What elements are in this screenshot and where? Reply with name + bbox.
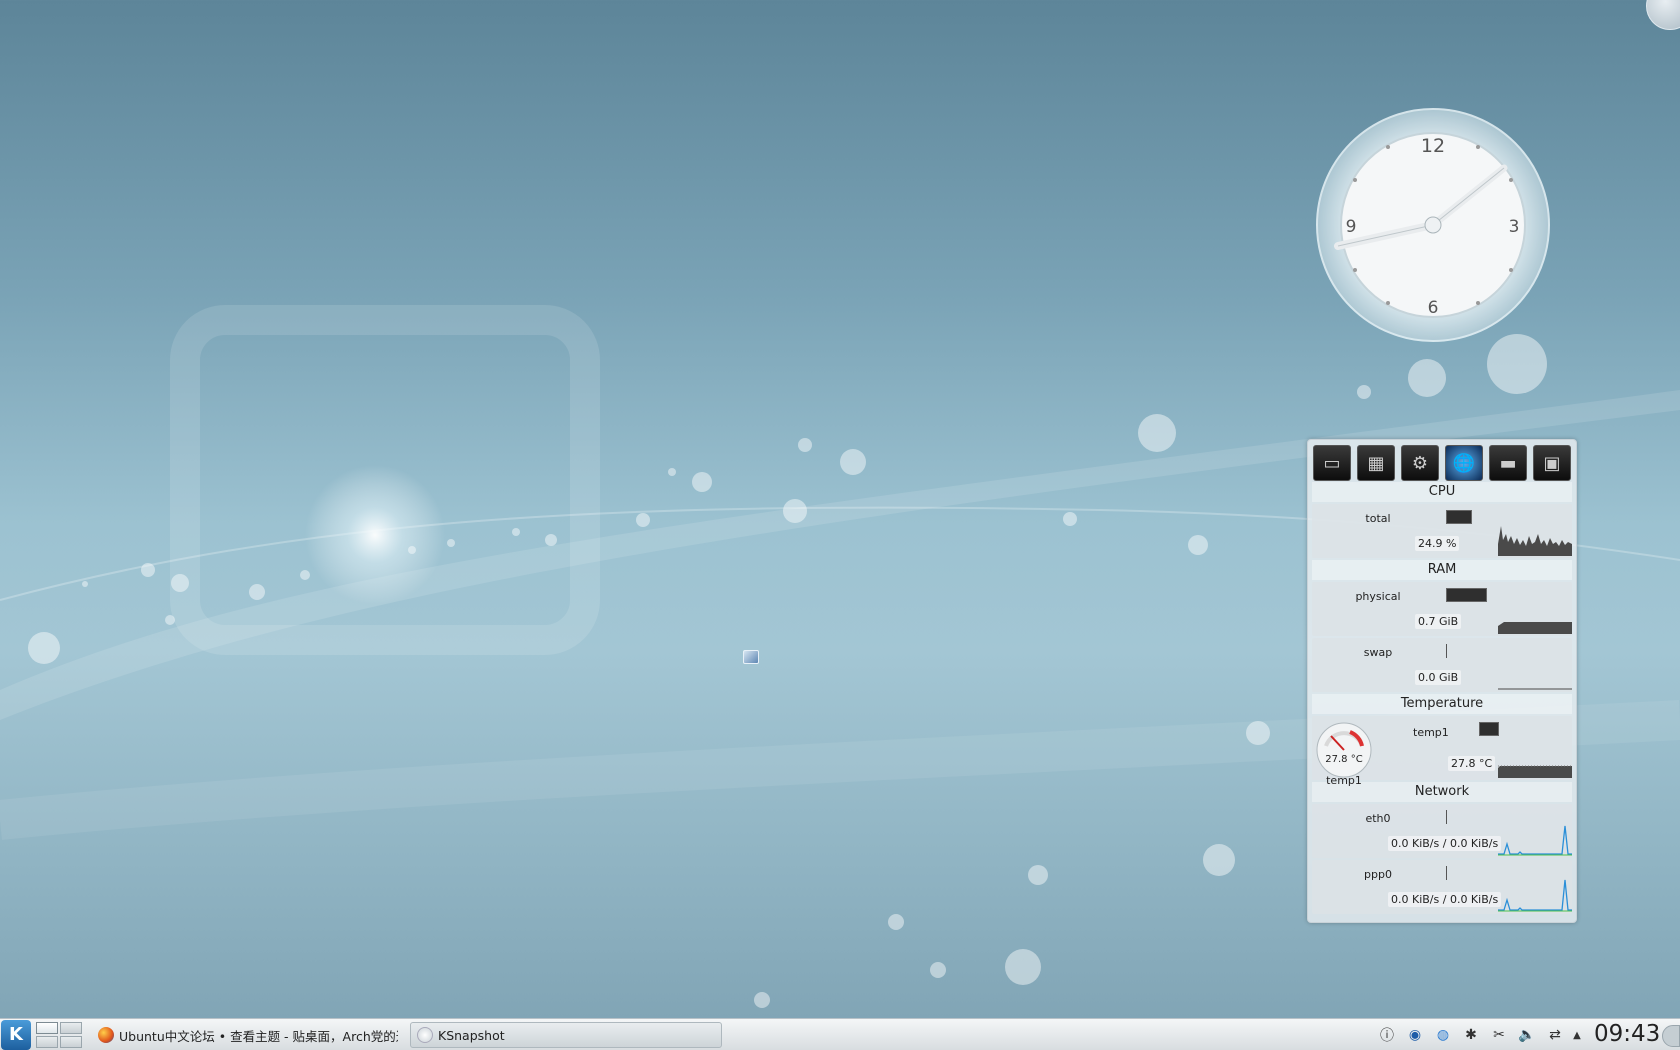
desktop-file-icon[interactable] [743,650,759,664]
pager-desktop-1[interactable] [36,1022,58,1034]
temperature-bar [1479,722,1499,736]
network-icon[interactable]: ⇄ [1544,1024,1566,1046]
temperature-section-title: Temperature [1312,694,1572,714]
cpu-section-title: CPU [1312,482,1572,502]
taskbar-clock[interactable]: 09:43 [1594,1021,1660,1047]
desktop-pager [36,1022,82,1048]
pager-desktop-2[interactable] [60,1022,82,1034]
system-monitor-widget[interactable]: ▭ ▦ ⚙ 🌐 ▬ ▣ CPU total 24.9 % RAM physica… [1307,439,1577,923]
task-firefox[interactable]: Ubuntu中文论坛 • 查看主题 - 贴桌面，Arch党的进步 [92,1022,404,1048]
cpu-chip-icon[interactable]: ▣ [1533,445,1571,481]
clock-number-3: 3 [1509,217,1520,237]
info-icon[interactable]: ⓘ [1376,1024,1398,1046]
pager-desktop-4[interactable] [60,1036,82,1048]
graphics-card-icon[interactable]: ▬ [1489,445,1527,481]
cpu-history-graph [1498,526,1572,556]
ram-physical-row: physical 0.7 GiB [1312,582,1572,636]
expand-arrow-icon[interactable]: ▲ [1572,1024,1582,1046]
ram-physical-label: physical [1355,590,1401,603]
network-ppp0-bar [1446,866,1447,880]
network-eth0-value: 0.0 KiB/s / 0.0 KiB/s [1388,836,1502,851]
task-firefox-label: Ubuntu中文论坛 • 查看主题 - 贴桌面，Arch党的进步 [119,1028,398,1044]
temperature-gauge: 27.8 °C temp1 [1316,722,1372,787]
temperature-gauge-value: 27.8 °C [1325,754,1363,765]
device-icon-row: ▭ ▦ ⚙ 🌐 ▬ ▣ [1308,440,1576,482]
task-ksnapshot[interactable]: KSnapshot [410,1022,722,1048]
kde-menu-button[interactable]: K [1,1020,31,1050]
desktop-toolbox-button[interactable] [1646,0,1680,30]
temperature-gauge-label: temp1 [1326,774,1362,787]
volume-icon[interactable]: 🔈 [1516,1024,1538,1046]
hard-disk-icon[interactable]: ▭ [1313,445,1351,481]
network-globe-icon[interactable]: 🌐 [1445,445,1483,481]
ram-swap-row: swap 0.0 GiB [1312,638,1572,692]
ram-physical-bar [1446,588,1487,602]
network-ppp0-value: 0.0 KiB/s / 0.0 KiB/s [1388,892,1502,907]
network-eth0-bar [1446,810,1447,824]
network-eth0-row: eth0 0.0 KiB/s / 0.0 KiB/s [1312,804,1572,858]
clock-number-6: 6 [1428,298,1439,318]
ram-swap-history-graph [1498,688,1572,690]
network-eth0-label: eth0 [1365,812,1391,825]
cpu-total-label: total [1365,512,1391,525]
cpu-usage-bar [1446,510,1472,524]
bluetooth-icon[interactable]: ✱ [1460,1024,1482,1046]
ram-physical-history-graph [1498,622,1572,634]
panel-toolbox-button[interactable] [1662,1025,1680,1047]
temperature-label: temp1 [1413,726,1449,739]
pager-desktop-3[interactable] [36,1036,58,1048]
task-ksnapshot-label: KSnapshot [438,1027,505,1043]
clock-number-12: 12 [1421,135,1445,157]
cpu-total-value: 24.9 % [1415,536,1460,551]
ram-section-title: RAM [1312,560,1572,580]
network-ppp0-history-graph [1498,879,1572,912]
temperature-history-graph [1498,765,1572,778]
ram-physical-value: 0.7 GiB [1415,614,1462,629]
network-ppp0-row: ppp0 0.0 KiB/s / 0.0 KiB/s [1312,860,1572,914]
scissors-icon[interactable]: ✂ [1488,1024,1510,1046]
ram-swap-bar [1446,644,1447,658]
system-tray: ⓘ ◉ ◍ ✱ ✂ 🔈 ⇄ ▲ [1376,1024,1582,1046]
network-eth0-history-graph [1498,825,1572,856]
taskbar: K Ubuntu中文论坛 • 查看主题 - 贴桌面，Arch党的进步 KSnap… [0,1018,1680,1050]
hard-disk-2-icon[interactable]: ▦ [1357,445,1395,481]
ksnapshot-icon [417,1027,433,1043]
network-ppp0-label: ppp0 [1364,868,1392,881]
ram-swap-label: swap [1363,646,1393,659]
cpu-total-row: total 24.9 % [1312,504,1572,558]
analog-clock-widget[interactable]: 12 3 6 9 [1316,108,1550,342]
firefox-icon [98,1027,114,1043]
ram-swap-value: 0.0 GiB [1415,670,1462,685]
network-manager-icon[interactable]: ◉ [1404,1024,1426,1046]
globe-icon[interactable]: ◍ [1432,1024,1454,1046]
hardware-icon[interactable]: ⚙ [1401,445,1439,481]
temperature-row: 27.8 °C temp1 temp1 27.8 °C [1312,716,1572,787]
temperature-value: 27.8 °C [1448,756,1496,771]
clock-number-9: 9 [1346,217,1357,237]
